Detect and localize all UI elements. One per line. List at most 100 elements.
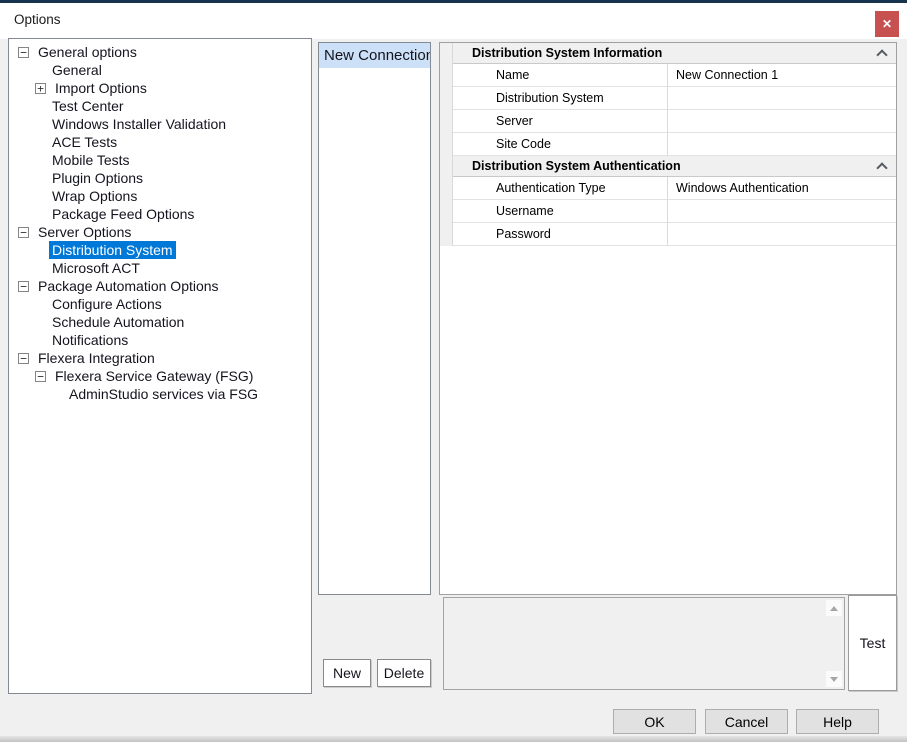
tree-item-windows-installer-validation[interactable]: Windows Installer Validation: [9, 115, 311, 133]
tree-item-package-feed-options[interactable]: Package Feed Options: [9, 205, 311, 223]
tree-item-label: Wrap Options: [49, 187, 140, 205]
tree-item-import-options[interactable]: + Import Options: [9, 79, 311, 97]
help-button[interactable]: Help: [796, 709, 879, 734]
tree-item-general[interactable]: General: [9, 61, 311, 79]
section-header-content: Distribution System Information: [453, 43, 896, 64]
tree-item-label: Flexera Service Gateway (FSG): [52, 367, 256, 385]
scroll-up-icon: [830, 606, 838, 611]
field-label-password: Password: [453, 223, 668, 246]
field-label-authentication-type: Authentication Type: [453, 177, 668, 200]
test-result-box: [443, 597, 845, 690]
new-button[interactable]: New: [323, 659, 371, 687]
tree-item-label: Server Options: [35, 223, 134, 241]
grid-gutter: [440, 110, 453, 133]
tree-item-server-options[interactable]: −Server Options: [9, 223, 311, 241]
tree-item-mobile-tests[interactable]: Mobile Tests: [9, 151, 311, 169]
tree-item-distribution-system[interactable]: Distribution System: [9, 241, 311, 259]
titlebar: Options ✕: [0, 3, 907, 39]
options-tree: −General optionsGeneral+Import OptionsTe…: [8, 38, 312, 694]
close-icon[interactable]: ✕: [875, 11, 899, 37]
tree-item-schedule-automation[interactable]: Schedule Automation: [9, 313, 311, 331]
collapse-toggle-icon[interactable]: −: [18, 281, 29, 292]
collapse-toggle-icon[interactable]: −: [18, 353, 29, 364]
expand-toggle-icon[interactable]: +: [35, 83, 46, 94]
field-value-password[interactable]: [668, 223, 896, 246]
field-label-distribution-system: Distribution System: [453, 87, 668, 110]
tree-item-plugin-options[interactable]: Plugin Options: [9, 169, 311, 187]
collapse-toggle-icon[interactable]: −: [18, 227, 29, 238]
chevron-up-icon[interactable]: [876, 49, 887, 60]
tree-item-label: Configure Actions: [49, 295, 165, 313]
grid-gutter: [440, 223, 453, 246]
tree-item-general-options[interactable]: −General options: [9, 43, 311, 61]
grid-gutter: [440, 156, 453, 177]
cancel-button[interactable]: Cancel: [705, 709, 788, 734]
grid-row-name: NameNew Connection 1: [440, 64, 896, 87]
grid-row-distribution-system: Distribution System: [440, 87, 896, 110]
section-header-content: Distribution System Authentication: [453, 156, 896, 177]
tree-item-label: Schedule Automation: [49, 313, 187, 331]
scroll-up-button[interactable]: [826, 600, 842, 616]
grid-row-authentication-type: Authentication TypeWindows Authenticatio…: [440, 177, 896, 200]
tree-item-microsoft-act[interactable]: Microsoft ACT: [9, 259, 311, 277]
tree-item-flexera-service-gateway-fsg[interactable]: −Flexera Service Gateway (FSG): [9, 367, 311, 385]
tree-item-label: Import Options: [52, 79, 150, 97]
tree-item-test-center[interactable]: Test Center: [9, 97, 311, 115]
field-value-server[interactable]: [668, 110, 896, 133]
grid-gutter: [440, 87, 453, 110]
connection-listbox[interactable]: New Connection 1: [318, 42, 431, 595]
tree-item-label: Windows Installer Validation: [49, 115, 229, 133]
grid-gutter: [440, 133, 453, 156]
field-label-username: Username: [453, 200, 668, 223]
options-dialog: Options ✕ −General optionsGeneral+Import…: [0, 0, 907, 742]
tree-item-label: Package Automation Options: [35, 277, 222, 295]
tree-item-label: AdminStudio services via FSG: [66, 385, 261, 403]
tree-item-notifications[interactable]: Notifications: [9, 331, 311, 349]
grid-row-server: Server: [440, 110, 896, 133]
tree-item-label: Flexera Integration: [35, 349, 158, 367]
tree-item-label: Notifications: [49, 331, 131, 349]
tree-item-package-automation-options[interactable]: −Package Automation Options: [9, 277, 311, 295]
field-label-site-code: Site Code: [453, 133, 668, 156]
section-title: Distribution System Information: [472, 46, 662, 60]
property-grid: Distribution System Information NameNew C…: [439, 42, 897, 595]
tree-item-ace-tests[interactable]: ACE Tests: [9, 133, 311, 151]
section-title: Distribution System Authentication: [472, 159, 681, 173]
chevron-up-icon[interactable]: [876, 162, 887, 173]
grid-gutter: [440, 64, 453, 87]
tree-item-label: General options: [35, 43, 140, 61]
tree-item-label: Microsoft ACT: [49, 259, 143, 277]
tree-item-wrap-options[interactable]: Wrap Options: [9, 187, 311, 205]
tree-item-label: Package Feed Options: [49, 205, 197, 223]
grid-gutter: [440, 43, 453, 64]
tree-item-adminstudio-services-via-fsg[interactable]: AdminStudio services via FSG: [9, 385, 311, 403]
connection-list-item[interactable]: New Connection 1: [319, 43, 430, 68]
tree-item-flexera-integration[interactable]: −Flexera Integration: [9, 349, 311, 367]
section-header-distribution-system-information[interactable]: Distribution System Information: [440, 43, 896, 64]
field-value-name[interactable]: New Connection 1: [668, 64, 896, 87]
field-label-name: Name: [453, 64, 668, 87]
collapse-toggle-icon[interactable]: −: [35, 371, 46, 382]
grid-row-username: Username: [440, 200, 896, 223]
field-value-distribution-system[interactable]: [668, 87, 896, 110]
test-button[interactable]: Test: [848, 595, 897, 691]
field-label-server: Server: [453, 110, 668, 133]
grid-row-site-code: Site Code: [440, 133, 896, 156]
tree-item-label: Test Center: [49, 97, 127, 115]
section-header-distribution-system-authentication[interactable]: Distribution System Authentication: [440, 156, 896, 177]
scroll-down-button[interactable]: [826, 671, 842, 687]
test-result-text: [450, 602, 820, 685]
field-value-authentication-type[interactable]: Windows Authentication: [668, 177, 896, 200]
tree-item-configure-actions[interactable]: Configure Actions: [9, 295, 311, 313]
field-value-username[interactable]: [668, 200, 896, 223]
tree-item-label: Mobile Tests: [49, 151, 133, 169]
tree-item-label: General: [49, 61, 105, 79]
ok-button[interactable]: OK: [613, 709, 696, 734]
delete-button[interactable]: Delete: [377, 659, 431, 687]
grid-gutter: [440, 177, 453, 200]
field-value-site-code[interactable]: [668, 133, 896, 156]
collapse-toggle-icon[interactable]: −: [18, 47, 29, 58]
grid-gutter: [440, 200, 453, 223]
scroll-down-icon: [830, 677, 838, 682]
grid-row-password: Password: [440, 223, 896, 246]
